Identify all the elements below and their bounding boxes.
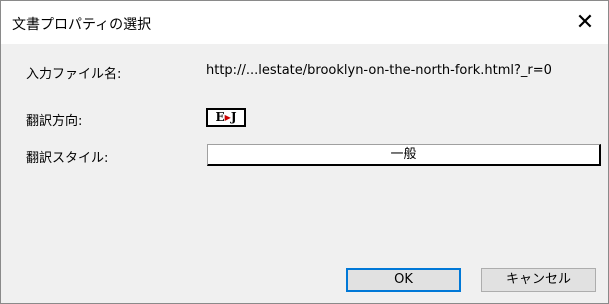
direction-to: J — [230, 110, 237, 124]
dialog-window: 文書プロパティの選択 ✕ 入力ファイル名: http://...lestate/… — [0, 0, 609, 304]
translation-direction-icon: E▶J — [206, 108, 246, 127]
style-label: 翻訳スタイル: — [26, 151, 109, 166]
translation-style-select[interactable]: 一般 — [207, 144, 601, 166]
direction-from: E — [215, 110, 225, 124]
cancel-button-label: キャンセル — [505, 272, 571, 287]
direction-label: 翻訳方向: — [26, 114, 83, 129]
title-bar: 文書プロパティの選択 ✕ — [1, 1, 608, 44]
close-button[interactable]: ✕ — [562, 1, 608, 44]
dialog-title: 文書プロパティの選択 — [12, 17, 152, 33]
ok-button[interactable]: OK — [346, 268, 461, 292]
dialog-body: 入力ファイル名: http://...lestate/brooklyn-on-t… — [1, 44, 608, 303]
input-file-value: http://...lestate/brooklyn-on-the-north-… — [206, 63, 552, 78]
style-value: 一般 — [390, 147, 417, 162]
cancel-button[interactable]: キャンセル — [481, 268, 596, 292]
input-file-label: 入力ファイル名: — [26, 67, 122, 82]
close-icon: ✕ — [575, 10, 595, 35]
ok-button-label: OK — [394, 272, 413, 287]
